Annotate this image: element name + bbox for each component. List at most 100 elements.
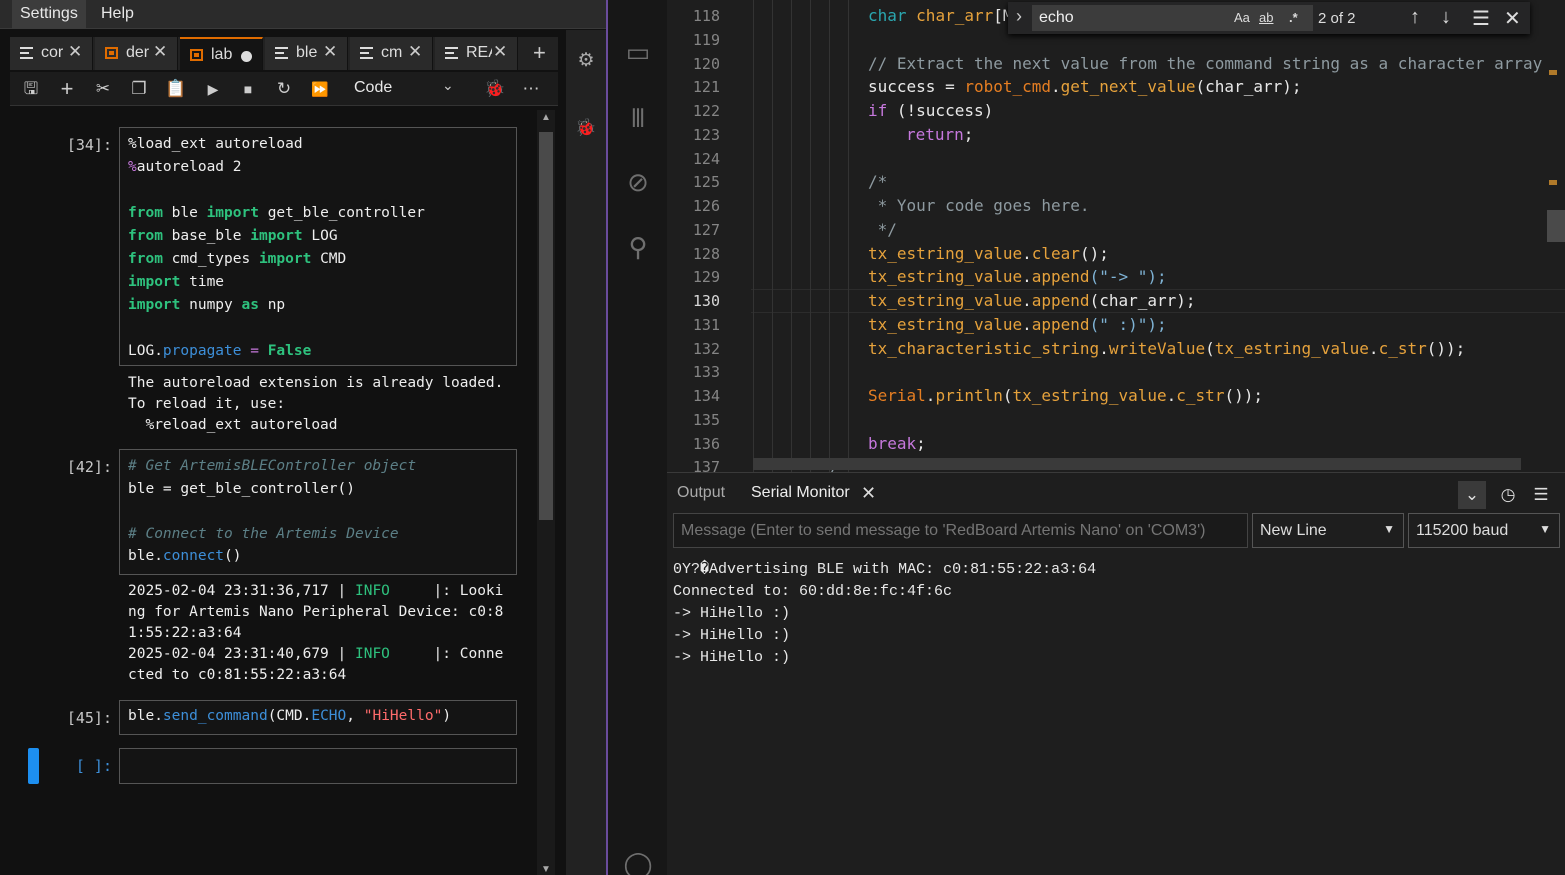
code-token: )	[442, 708, 452, 724]
notebook-scrollbar[interactable]: ▲ ▼	[537, 110, 555, 875]
serial-message-input[interactable]	[673, 513, 1248, 548]
close-icon[interactable]: ✕	[323, 42, 337, 62]
timestamp-icon[interactable]: ◷	[1494, 481, 1522, 509]
run-icon[interactable]: ▶	[202, 78, 224, 100]
cell-source[interactable]: # Get ArtemisBLEController object ble = …	[120, 450, 516, 573]
find-in-selection-icon[interactable]: ☰	[1472, 6, 1490, 31]
code-cell[interactable]: ble.send_command(CMD.ECHO, "HiHello")	[119, 700, 517, 735]
match-case-toggle[interactable]: Aa	[1234, 10, 1250, 25]
paste-icon[interactable]: 📋	[165, 78, 187, 100]
code-token: .	[1099, 339, 1109, 358]
tab-readme[interactable]: REA ✕	[435, 37, 518, 70]
indent-guide	[772, 0, 773, 472]
line-ending-select[interactable]: New Line ▼	[1252, 513, 1404, 548]
code-token: .	[925, 386, 936, 405]
cell-type-select[interactable]: Code	[354, 79, 392, 97]
code-token: get_ble_controller	[258, 205, 425, 221]
code-token: success =	[868, 77, 965, 96]
debug-icon[interactable]: ⊘	[622, 166, 654, 198]
cell-prompt: [ ]:	[75, 757, 112, 775]
menu-settings[interactable]: Settings	[12, 0, 86, 29]
account-icon[interactable]: ◯	[622, 848, 654, 875]
editor-horizontal-scrollbar[interactable]	[753, 458, 1521, 470]
code-editor[interactable]: 118 119 120 121 122 123 124 125 126 127 …	[667, 0, 1565, 472]
clear-output-icon[interactable]: ☰	[1527, 481, 1555, 509]
log-level: INFO	[354, 646, 390, 662]
run-all-icon[interactable]: ⏩	[309, 78, 331, 100]
tab-cm[interactable]: cm ✕	[350, 37, 433, 70]
code-line-123: return;	[906, 125, 973, 144]
unsaved-dot-icon[interactable]	[241, 51, 252, 62]
more-icon[interactable]: ⋯	[520, 78, 542, 100]
search-icon[interactable]: ⚲	[622, 231, 654, 263]
tab-label: REA	[466, 44, 492, 61]
code-line-126: * Your code goes here.	[868, 196, 1090, 215]
close-icon[interactable]: ✕	[493, 42, 507, 62]
match-word-toggle[interactable]: ab	[1259, 10, 1273, 25]
code-ident: Serial	[868, 386, 926, 405]
property-inspector-icon[interactable]: ⚙	[575, 50, 597, 72]
code-ident: char_arr	[916, 6, 994, 25]
regex-toggle[interactable]: .*	[1289, 10, 1298, 25]
copy-icon[interactable]: ❐	[128, 78, 150, 100]
arrow-down-icon[interactable]: ↓	[1441, 6, 1451, 29]
arrow-up-icon[interactable]: ↑	[1410, 6, 1420, 29]
code-token: .	[1051, 77, 1061, 96]
search-match-marker	[1549, 70, 1557, 75]
code-token: (CMD.	[267, 708, 312, 724]
scrollbar-thumb[interactable]	[539, 132, 553, 520]
debugger-icon[interactable]: 🐞	[575, 117, 597, 139]
close-icon[interactable]: ✕	[1504, 6, 1521, 31]
close-icon[interactable]: ✕	[861, 483, 876, 504]
stop-icon[interactable]: ■	[237, 78, 259, 100]
chevron-down-icon[interactable]: ⌄	[442, 77, 454, 94]
tab-ble[interactable]: ble ✕	[265, 37, 348, 70]
new-tab-icon[interactable]: +	[533, 40, 546, 66]
empty-code-cell[interactable]	[119, 748, 517, 784]
debugger-icon[interactable]: 🐞	[484, 78, 506, 100]
code-ident: tx_estring_value	[868, 267, 1023, 286]
code-token: (	[1205, 339, 1215, 358]
keyword: import	[206, 205, 259, 221]
code-token: ;	[916, 434, 926, 453]
jupyter-window: Settings Help cor ✕ der ✕ lab ble ✕ cm ✕	[0, 0, 606, 875]
chevron-right-icon[interactable]: ›	[1016, 6, 1022, 27]
code-cell[interactable]: # Get ArtemisBLEController object ble = …	[119, 449, 517, 575]
notebook-toolbar: 🖫 + ✂ ❐ 📋 ▶ ■ ↻ ⏩ Code ⌄ 🐞 ⋯	[10, 72, 558, 106]
sketchbook-icon[interactable]: ▭	[622, 36, 654, 68]
scroll-down-icon[interactable]: ▼	[541, 864, 551, 875]
tab-der[interactable]: der ✕	[95, 37, 178, 70]
code-line-130: tx_estring_value.append(char_arr);	[868, 291, 1196, 310]
cell-source[interactable]: ble.send_command(CMD.ECHO, "HiHello")	[120, 701, 516, 733]
autoscroll-icon[interactable]: ⌄	[1458, 481, 1486, 509]
close-icon[interactable]: ✕	[153, 42, 167, 62]
select-value: 115200 baud	[1416, 522, 1509, 539]
tab-label: ble	[296, 44, 318, 61]
restart-icon[interactable]: ↻	[273, 78, 295, 100]
baud-rate-select[interactable]: 115200 baud ▼	[1408, 513, 1560, 548]
menubar: Settings Help	[0, 0, 606, 29]
scroll-up-icon[interactable]: ▲	[541, 112, 551, 123]
code-ident: tx_estring_value	[1012, 386, 1167, 405]
code-fn: append	[1031, 315, 1090, 334]
tab-cor[interactable]: cor ✕	[10, 37, 93, 70]
add-cell-icon[interactable]: +	[56, 78, 78, 100]
tab-serial-monitor[interactable]: Serial Monitor	[751, 484, 850, 502]
cell-source[interactable]: %load_ext autoreload %autoreload 2 from …	[120, 128, 516, 368]
menu-help[interactable]: Help	[93, 0, 142, 29]
close-icon[interactable]: ✕	[68, 42, 82, 62]
code-cell[interactable]: %load_ext autoreload %autoreload 2 from …	[119, 127, 517, 366]
save-icon[interactable]: 🖫	[20, 78, 42, 100]
code-string: (" :)");	[1089, 315, 1167, 334]
keyword: import	[128, 274, 181, 290]
tab-lab[interactable]: lab	[180, 37, 263, 70]
cell-output: The autoreload extension is already load…	[128, 375, 504, 433]
serial-output: 0Y?�Advertising BLE with MAC: c0:81:55:2…	[673, 559, 1553, 669]
overview-ruler-slider[interactable]	[1547, 210, 1565, 242]
tab-output[interactable]: Output	[677, 484, 725, 502]
library-icon[interactable]: 𝍫	[622, 102, 654, 134]
cut-icon[interactable]: ✂	[92, 78, 114, 100]
close-icon[interactable]: ✕	[408, 42, 422, 62]
log-text: 2025-02-04 23:31:36,717 |	[128, 583, 355, 599]
code-token: ());	[1426, 339, 1466, 358]
